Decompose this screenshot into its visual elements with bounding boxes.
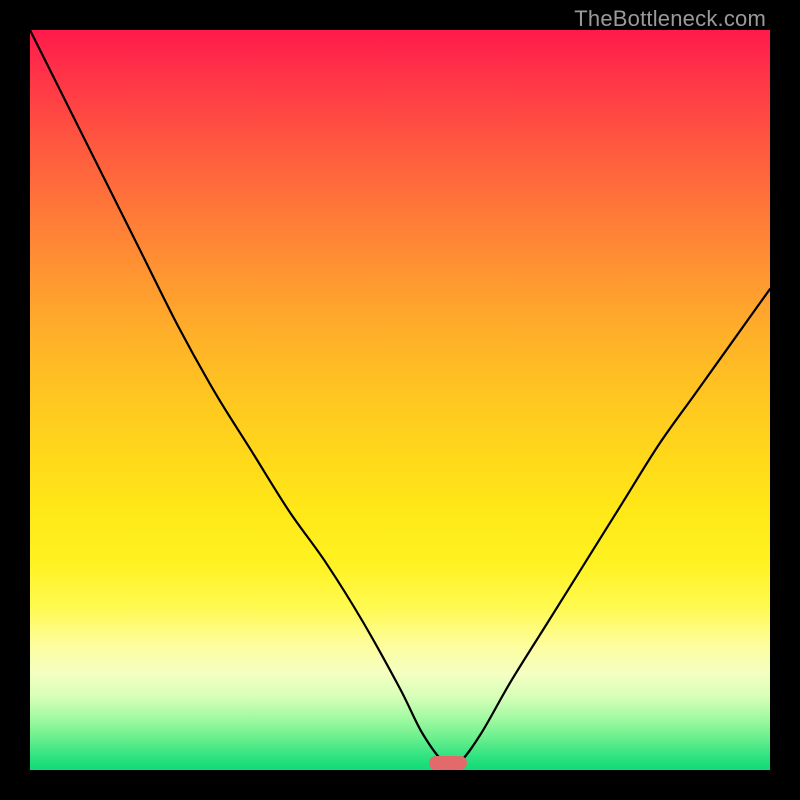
plot-area xyxy=(30,30,770,770)
chart-frame: TheBottleneck.com xyxy=(0,0,800,800)
watermark-text: TheBottleneck.com xyxy=(574,6,766,32)
bottleneck-marker xyxy=(429,756,467,770)
background-gradient xyxy=(30,30,770,770)
